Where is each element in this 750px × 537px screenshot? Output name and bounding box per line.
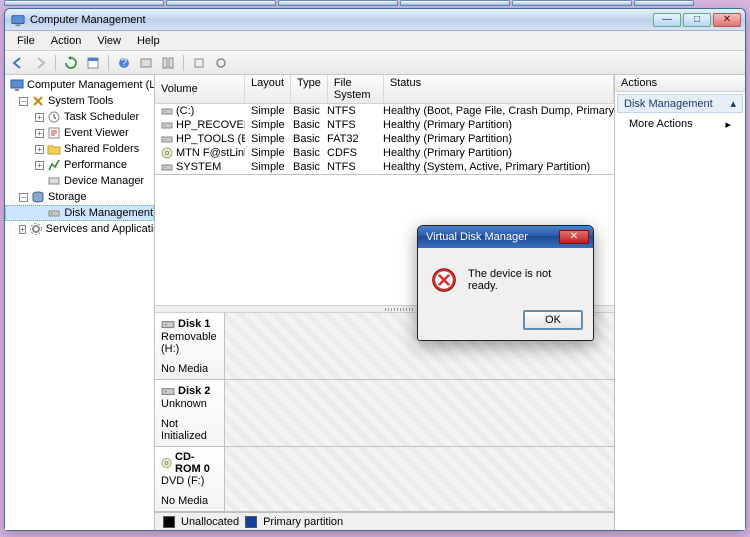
legend-primary-swatch xyxy=(245,516,257,528)
actions-category[interactable]: Disk Management▴ xyxy=(617,94,743,113)
tree-pane[interactable]: Computer Management (Local) −System Tool… xyxy=(5,75,155,530)
disk-row[interactable]: Disk 2UnknownNot Initialized xyxy=(155,380,614,447)
menu-help[interactable]: Help xyxy=(129,33,168,49)
tree-services[interactable]: +Services and Applications xyxy=(5,221,154,237)
toolbar: ? xyxy=(5,51,745,75)
dialog-ok-button[interactable]: OK xyxy=(523,310,583,330)
computer-icon xyxy=(10,78,24,92)
forward-button[interactable] xyxy=(31,54,49,72)
dialog-titlebar[interactable]: Virtual Disk Manager ✕ xyxy=(418,226,593,248)
storage-icon xyxy=(31,190,45,204)
tree-diskmgmt[interactable]: Disk Management xyxy=(5,205,154,221)
col-type[interactable]: Type xyxy=(291,75,328,103)
window-title: Computer Management xyxy=(30,14,653,26)
menu-action[interactable]: Action xyxy=(43,33,90,49)
volume-row[interactable]: HP_TOOLS (E:)SimpleBasicFAT32Healthy (Pr… xyxy=(155,132,614,146)
tree-eventvwr[interactable]: +Event Viewer xyxy=(5,125,154,141)
clock-icon xyxy=(47,110,61,124)
volume-row[interactable]: (C:)SimpleBasicNTFSHealthy (Boot, Page F… xyxy=(155,104,614,118)
computer-management-window: Computer Management — □ ✕ File Action Vi… xyxy=(4,8,746,531)
actions-pane: Actions Disk Management▴ More Actions ▸ xyxy=(615,75,745,530)
tree-tasksched[interactable]: +Task Scheduler xyxy=(5,109,154,125)
device-icon xyxy=(47,174,61,188)
close-button[interactable]: ✕ xyxy=(713,13,741,27)
col-status[interactable]: Status xyxy=(384,75,614,103)
legend-unalloc-swatch xyxy=(163,516,175,528)
tool-c-button[interactable] xyxy=(190,54,208,72)
col-filesystem[interactable]: File System xyxy=(328,75,384,103)
refresh-button[interactable] xyxy=(62,54,80,72)
tree-root[interactable]: Computer Management (Local) xyxy=(5,77,154,93)
titlebar[interactable]: Computer Management — □ ✕ xyxy=(5,9,745,31)
back-button[interactable] xyxy=(9,54,27,72)
svg-text:?: ? xyxy=(121,57,127,69)
help-button[interactable]: ? xyxy=(115,54,133,72)
error-dialog: Virtual Disk Manager ✕ The device is not… xyxy=(417,225,594,341)
collapse-icon: ▴ xyxy=(730,97,736,110)
volume-header[interactable]: Volume Layout Type File System Status xyxy=(155,75,614,104)
volume-row[interactable]: SYSTEMSimpleBasicNTFSHealthy (System, Ac… xyxy=(155,160,614,174)
tree-devmgr[interactable]: Device Manager xyxy=(5,173,154,189)
tree-shared[interactable]: +Shared Folders xyxy=(5,141,154,157)
properties-button[interactable] xyxy=(84,54,102,72)
menu-view[interactable]: View xyxy=(89,33,129,49)
volume-row[interactable]: HP_RECOVERYSimpleBasicNTFSHealthy (Prima… xyxy=(155,118,614,132)
menubar: File Action View Help xyxy=(5,31,745,51)
actions-title: Actions xyxy=(615,75,745,92)
dialog-title: Virtual Disk Manager xyxy=(426,231,559,243)
perf-icon xyxy=(47,158,61,172)
col-layout[interactable]: Layout xyxy=(245,75,291,103)
tree-perf[interactable]: +Performance xyxy=(5,157,154,173)
tool-d-button[interactable] xyxy=(212,54,230,72)
tool-a-button[interactable] xyxy=(137,54,155,72)
legend: Unallocated Primary partition xyxy=(155,512,614,530)
maximize-button[interactable]: □ xyxy=(683,13,711,27)
tree-systools[interactable]: −System Tools xyxy=(5,93,154,109)
event-icon xyxy=(47,126,61,140)
dialog-close-button[interactable]: ✕ xyxy=(559,230,589,244)
disk-icon xyxy=(47,206,61,220)
gear-icon xyxy=(29,222,43,236)
legend-unalloc: Unallocated xyxy=(181,516,239,528)
app-icon xyxy=(11,13,25,27)
tool-b-button[interactable] xyxy=(159,54,177,72)
error-icon xyxy=(430,266,458,294)
dialog-message: The device is not ready. xyxy=(468,268,581,292)
tools-icon xyxy=(31,94,45,108)
minimize-button[interactable]: — xyxy=(653,13,681,27)
actions-more[interactable]: More Actions ▸ xyxy=(615,115,745,133)
tree-storage[interactable]: −Storage xyxy=(5,189,154,205)
volume-row[interactable]: MTN F@stLink (G:)SimpleBasicCDFSHealthy … xyxy=(155,146,614,160)
col-volume[interactable]: Volume xyxy=(155,75,245,103)
legend-primary: Primary partition xyxy=(263,516,343,528)
folder-icon xyxy=(47,142,61,156)
menu-file[interactable]: File xyxy=(9,33,43,49)
disk-row[interactable]: CD-ROM 0DVD (F:)No Media xyxy=(155,447,614,512)
disk-pane[interactable]: Disk 1Removable (H:)No MediaDisk 2Unknow… xyxy=(155,313,614,512)
volume-table[interactable]: Volume Layout Type File System Status (C… xyxy=(155,75,614,175)
